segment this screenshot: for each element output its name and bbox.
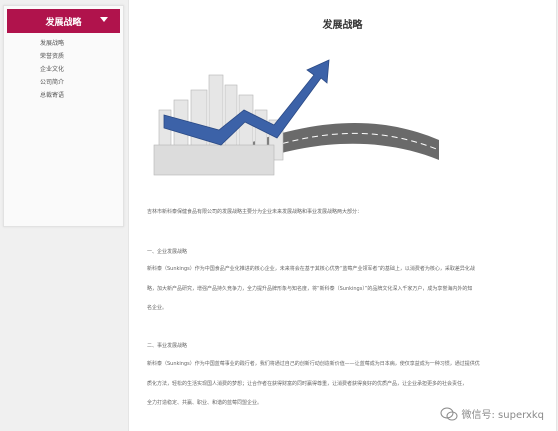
chevron-down-icon bbox=[100, 17, 108, 22]
section-1-line-3: 名企业。 bbox=[147, 305, 168, 311]
main-content: 发展战略 吉林市新科泰保健食品有限公司的发展战略主要分为企业未来发展战略和事业发… bbox=[128, 0, 557, 431]
section-2-line-1: 新科泰（Sunkings）作为中国蓝莓事业的践行者，我们将通过自己的创新行动创造… bbox=[147, 361, 480, 367]
sidebar-list: 发展战略 荣誉资质 企业文化 公司简介 总裁寄语 bbox=[4, 37, 123, 102]
sidebar-item-strategy[interactable]: 发展战略 bbox=[40, 37, 123, 50]
watermark: 微信号: superxkq bbox=[440, 406, 545, 421]
sidebar-item-ceo-message[interactable]: 总裁寄语 bbox=[40, 89, 123, 102]
sidebar-header[interactable]: 发展战略 bbox=[7, 9, 120, 33]
sidebar-item-profile[interactable]: 公司简介 bbox=[40, 76, 123, 89]
section-1-line-1: 新科泰（Sunkings）作为中国食品产业化推进的核心企业，未来将会在基于其核心… bbox=[147, 266, 475, 272]
sidebar-item-honors[interactable]: 荣誉资质 bbox=[40, 50, 123, 63]
section-2-line-2: 质化方法，轻松的生活实现国人消费的梦想；让合作者在获得财富的同时赢得尊重，让消费… bbox=[147, 381, 468, 387]
intro-paragraph: 吉林市新科泰保健食品有限公司的发展战略主要分为企业未来发展战略和事业发展战略两大… bbox=[147, 209, 363, 215]
hero-image bbox=[149, 50, 439, 185]
sidebar-item-culture[interactable]: 企业文化 bbox=[40, 63, 123, 76]
section-2-title: 二、事业发展战略 bbox=[147, 343, 188, 349]
sidebar-menu: 发展战略 发展战略 荣誉资质 企业文化 公司简介 总裁寄语 bbox=[3, 5, 124, 227]
page-title: 发展战略 bbox=[322, 20, 363, 31]
section-1-line-2: 略，加大新产品研究，增强产品持久竞争力，全力提升品牌形象与知名度，将“新科泰（S… bbox=[147, 286, 473, 292]
section-1-title: 一、企业发展战略 bbox=[147, 249, 188, 255]
sidebar-header-label: 发展战略 bbox=[45, 17, 82, 28]
watermark-text: 微信号: superxkq bbox=[461, 410, 545, 421]
wechat-icon bbox=[440, 407, 457, 420]
